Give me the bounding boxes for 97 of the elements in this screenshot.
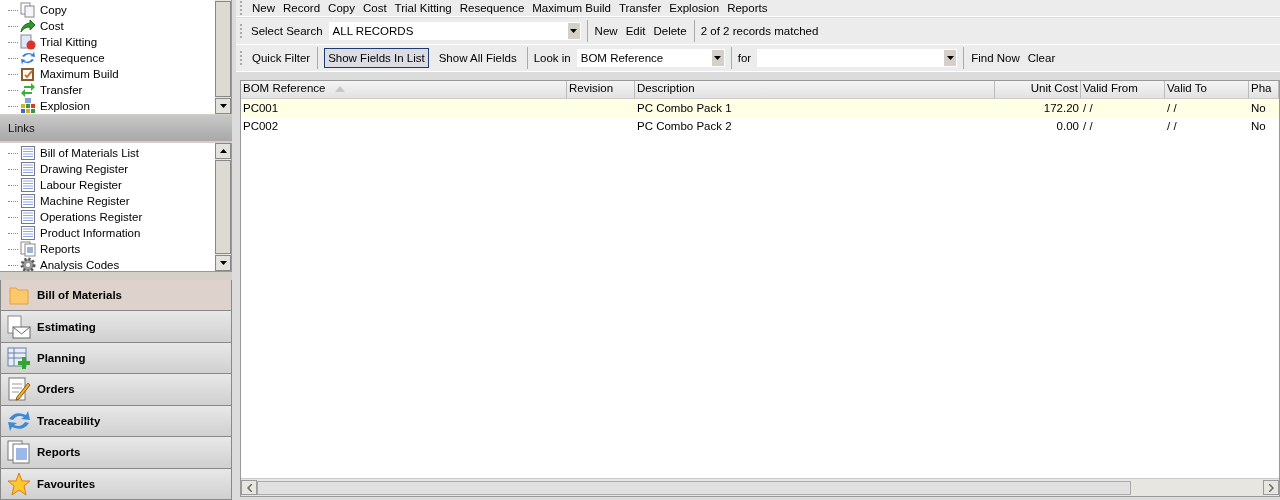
toolbar-button[interactable]: Reports <box>726 2 769 14</box>
table-cell: / / <box>1167 102 1177 114</box>
nav-button[interactable]: Planning <box>0 342 232 375</box>
toolbar-button[interactable]: Record <box>282 2 322 14</box>
horizontal-scrollbar[interactable] <box>241 478 1279 496</box>
spreadsheet-plus-icon <box>7 346 31 370</box>
dropdown-arrow-icon <box>946 56 954 60</box>
list-icon <box>20 209 36 225</box>
report-icon <box>7 440 31 465</box>
table-cell: / / <box>1083 102 1093 114</box>
table-cell: / / <box>1083 120 1093 132</box>
toolbar-button[interactable]: Cost <box>361 2 388 14</box>
table-row[interactable]: PC001 PC Combo Pack 1 172.20 / / / / No <box>241 99 1279 117</box>
column-header[interactable]: Description <box>635 81 995 98</box>
scroll-down-icon <box>219 261 227 265</box>
task-link[interactable]: Explosion <box>38 100 90 112</box>
document-icon <box>20 34 36 50</box>
task-link[interactable]: Cost <box>38 20 64 32</box>
column-header[interactable]: Pha <box>1249 81 1279 98</box>
toolbar-button[interactable]: New <box>251 2 276 14</box>
table-cell: PC002 <box>243 120 279 132</box>
toolbar-button[interactable]: New <box>593 23 619 39</box>
column-header[interactable]: Valid From <box>1081 81 1165 98</box>
look-in-dropdown[interactable]: BOM Reference <box>576 49 725 67</box>
table-cell: No <box>1251 120 1266 132</box>
link-item[interactable]: Labour Register <box>38 179 122 191</box>
link-item[interactable]: Analysis Codes <box>38 259 120 271</box>
toggle-button[interactable]: Show Fields In List <box>324 48 429 68</box>
scroll-left-icon <box>246 483 252 492</box>
field-label: Select Search <box>251 25 323 37</box>
scroll-right-icon <box>1268 483 1274 492</box>
nav-button[interactable]: Estimating <box>0 311 232 343</box>
table-row[interactable]: PC002 PC Combo Pack 2 0.00 / / / / No <box>241 117 1279 135</box>
link-item[interactable]: Machine Register <box>38 195 130 207</box>
nav-button[interactable]: Reports <box>0 437 232 469</box>
toolbar-button[interactable]: Explosion <box>668 2 721 14</box>
field-label: Look in <box>533 52 571 64</box>
document-pencil-icon <box>7 377 31 402</box>
refresh-icon <box>20 50 36 66</box>
envelope-icon <box>7 314 31 339</box>
clipboard-icon <box>20 66 36 82</box>
list-icon <box>20 193 36 209</box>
toolbar-button[interactable]: Delete <box>652 23 688 39</box>
dropdown-arrow-icon <box>714 56 722 60</box>
nav-button[interactable]: Orders <box>0 374 232 406</box>
toolbar-button[interactable]: Clear <box>1026 50 1057 66</box>
table-cell: / / <box>1167 120 1177 132</box>
toolbar-button[interactable]: Edit <box>624 23 647 39</box>
task-link[interactable]: Maximum Build <box>38 68 119 80</box>
search-field[interactable] <box>757 49 958 67</box>
toolbar-button[interactable]: Resequence <box>458 2 526 14</box>
table-cell: PC001 <box>243 102 279 114</box>
toolbar-button[interactable]: Find Now <box>970 50 1021 66</box>
toolbar-button[interactable]: Transfer <box>617 2 663 14</box>
section-header: Links <box>0 115 232 141</box>
column-header[interactable]: Valid To <box>1165 81 1249 98</box>
toggle-button[interactable]: Show All Fields <box>434 48 521 68</box>
field-label: for <box>737 52 752 64</box>
vertical-scrollbar[interactable] <box>215 0 231 114</box>
task-link[interactable]: Trial Kitting <box>38 36 98 48</box>
column-header[interactable]: Unit Cost <box>995 81 1081 98</box>
link-item[interactable]: Reports <box>38 243 81 255</box>
vertical-scrollbar[interactable] <box>215 143 231 271</box>
toolbar-button[interactable]: Maximum Build <box>531 2 612 14</box>
table-cell: PC Combo Pack 2 <box>637 120 732 132</box>
arrow-icon <box>20 18 36 34</box>
table-cell: No <box>1251 102 1266 114</box>
list-icon <box>20 161 36 177</box>
task-link[interactable]: Transfer <box>38 84 83 96</box>
dropdown-arrow-icon <box>570 29 578 33</box>
nav-button[interactable]: Bill of Materials <box>0 279 232 312</box>
toolbar-button[interactable]: Copy <box>327 2 356 14</box>
report-icon <box>20 241 36 257</box>
list-icon <box>20 225 36 241</box>
toolbar-button[interactable]: Trial Kitting <box>393 2 453 14</box>
status-text: 2 of 2 records matched <box>700 25 819 37</box>
task-link[interactable]: Copy <box>38 4 67 16</box>
link-item[interactable]: Bill of Materials List <box>38 147 140 159</box>
link-item[interactable]: Product Information <box>38 227 141 239</box>
toolbar-button[interactable]: Quick Filter <box>251 50 312 66</box>
link-item[interactable]: Operations Register <box>38 211 143 223</box>
nav-button[interactable]: Traceability <box>0 405 232 438</box>
transfer-icon <box>20 82 36 98</box>
star-icon <box>7 471 31 496</box>
sort-icon <box>335 86 345 92</box>
table-cell: PC Combo Pack 1 <box>637 102 732 114</box>
link-item[interactable]: Drawing Register <box>38 163 129 175</box>
scroll-down-icon <box>219 104 227 108</box>
nav-button[interactable]: Favourites <box>0 468 232 500</box>
table-cell: 172.20 <box>1043 102 1079 114</box>
table-cell: 0.00 <box>1056 120 1079 132</box>
search-dropdown[interactable]: ALL RECORDS <box>328 22 581 40</box>
scroll-up-icon <box>219 149 227 153</box>
task-link[interactable]: Resequence <box>38 52 105 64</box>
blocks-icon <box>20 98 36 114</box>
list-icon <box>20 177 36 193</box>
column-header[interactable]: Revision <box>567 81 635 98</box>
